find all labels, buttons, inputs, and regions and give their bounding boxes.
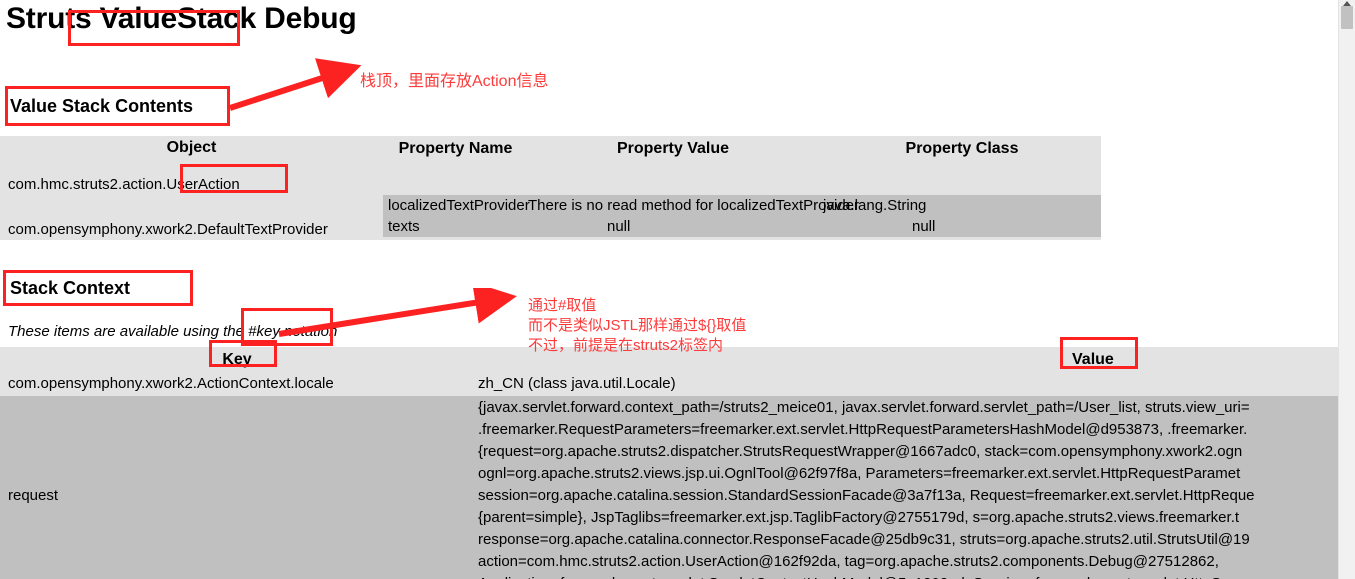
property-value: There is no read method for localizedTex… bbox=[523, 195, 859, 216]
object-name: com.hmc.struts2.action.UserAction bbox=[0, 162, 383, 195]
column-header-key: Key bbox=[0, 347, 474, 374]
column-header-property-class: Property Class bbox=[905, 139, 1019, 157]
context-value: zh_CN (class java.util.Locale) bbox=[474, 374, 1338, 396]
vertical-scrollbar[interactable] bbox=[1338, 0, 1355, 579]
property-class: java.lang.String bbox=[818, 195, 1101, 216]
table-row: com.hmc.struts2.action.UserAction bbox=[0, 162, 1101, 195]
value-line: {request=org.apache.struts2.dispatcher.S… bbox=[478, 443, 1243, 460]
empty-properties-cell bbox=[383, 162, 1101, 195]
column-header-property-name: Property Name bbox=[398, 139, 513, 157]
annotation-arrow-top bbox=[229, 58, 362, 111]
property-name: localizedTextProvider bbox=[383, 195, 530, 216]
stack-context-note: These items are available using the #key… bbox=[8, 323, 338, 340]
stack-context-heading: Stack Context bbox=[10, 278, 131, 298]
property-row: texts null null bbox=[383, 216, 1101, 237]
table-row: com.opensymphony.xwork2.ActionContext.lo… bbox=[0, 374, 1338, 396]
property-name: texts bbox=[383, 216, 523, 237]
value-line: response=org.apache.catalina.connector.R… bbox=[478, 531, 1250, 548]
value-line: {javax.servlet.forward.context_path=/str… bbox=[478, 399, 1250, 416]
stack-context-table: Key Value com.opensymphony.xwork2.Action… bbox=[0, 347, 1338, 579]
table-header-row: Object Property Name Property Value Prop… bbox=[0, 136, 1101, 162]
properties-cell: localizedTextProvider There is no read m… bbox=[383, 195, 1101, 240]
property-class: null bbox=[818, 216, 1101, 237]
table-row: com.opensymphony.xwork2.DefaultTextProvi… bbox=[0, 195, 1101, 240]
column-header-property-value: Property Value bbox=[616, 139, 730, 157]
context-key: request bbox=[0, 396, 474, 579]
value-stack-table: Object Property Name Property Value Prop… bbox=[0, 136, 1101, 240]
value-line: {parent=simple}, JspTaglibs=freemarker.e… bbox=[478, 509, 1240, 526]
page-content: Struts ValueStack Debug Value Stack Cont… bbox=[0, 0, 1338, 579]
value-line: ognl=org.apache.struts2.views.jsp.ui.Ogn… bbox=[478, 465, 1241, 482]
table-row: request {javax.servlet.forward.context_p… bbox=[0, 396, 1338, 579]
column-header-value: Value bbox=[474, 347, 1338, 374]
context-value: {javax.servlet.forward.context_path=/str… bbox=[474, 396, 1338, 579]
value-line: Application=freemarker.ext.servlet.Servl… bbox=[478, 573, 1338, 579]
context-key: com.opensymphony.xwork2.ActionContext.lo… bbox=[0, 374, 474, 396]
value-stack-contents-heading: Value Stack Contents bbox=[10, 96, 194, 116]
value-line: action=com.hmc.struts2.action.UserAction… bbox=[478, 553, 1219, 570]
scrollbar-thumb[interactable] bbox=[1341, 6, 1353, 29]
table-header-row: Key Value bbox=[0, 347, 1338, 374]
value-line: .freemarker.RequestParameters=freemarker… bbox=[478, 421, 1248, 438]
property-row: localizedTextProvider There is no read m… bbox=[383, 195, 1101, 216]
page-title: Struts ValueStack Debug bbox=[6, 2, 357, 35]
annotation-text-top: 栈顶，里面存放Action信息 bbox=[360, 73, 549, 90]
object-name: com.opensymphony.xwork2.DefaultTextProvi… bbox=[0, 195, 383, 240]
value-line: session=org.apache.catalina.session.Stan… bbox=[478, 487, 1255, 504]
column-header-object: Object bbox=[0, 136, 383, 162]
property-value: null bbox=[523, 216, 818, 237]
properties-table: localizedTextProvider There is no read m… bbox=[383, 195, 1101, 237]
